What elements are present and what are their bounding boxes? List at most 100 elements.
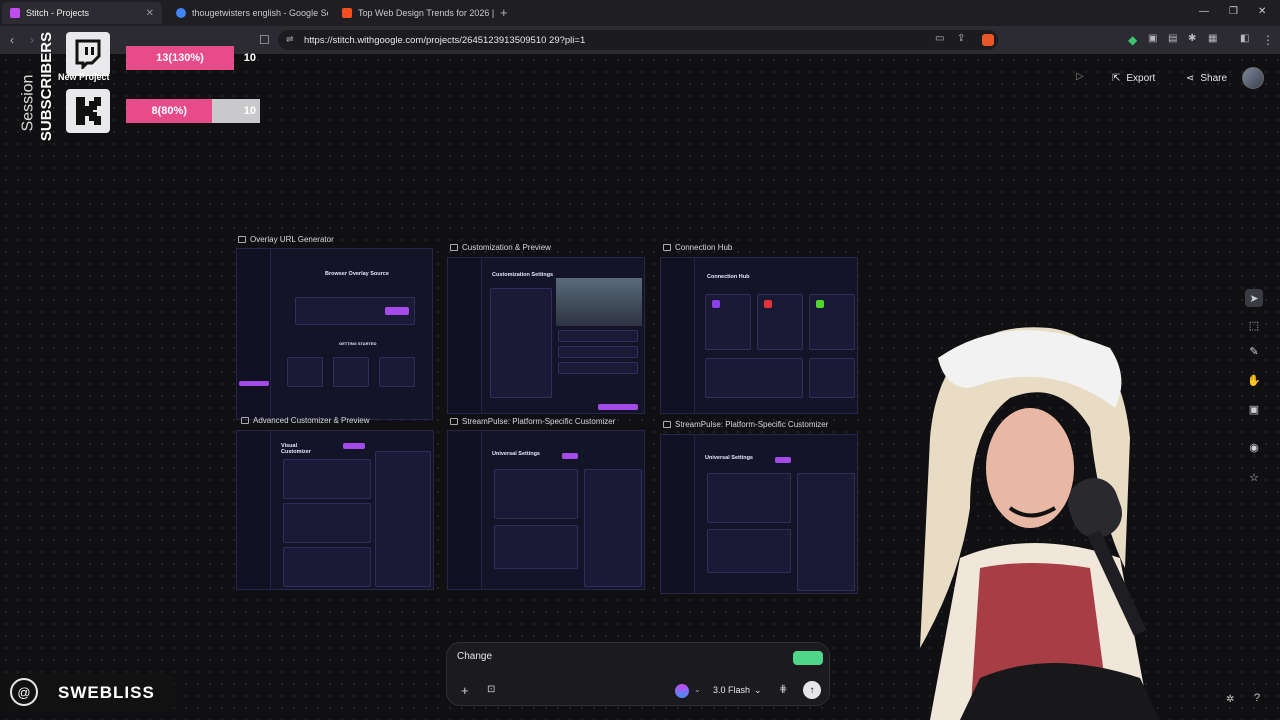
share-button[interactable]: ⋖ Share	[1186, 68, 1227, 88]
screen-card	[707, 473, 791, 523]
chat-preview-line	[558, 330, 638, 342]
screen-card	[490, 288, 552, 398]
screen-card	[494, 469, 578, 519]
twitch-icon	[66, 32, 110, 76]
screen-card	[379, 357, 415, 387]
star-icon[interactable]: ☆	[1245, 468, 1263, 486]
screen-title[interactable]: StreamPulse: Platform-Specific Customize…	[663, 420, 828, 429]
screen-icon	[241, 417, 249, 424]
screen-heading: Universal Settings	[705, 455, 753, 461]
prompt-input[interactable]: Change	[457, 651, 492, 662]
cast-icon[interactable]: ▭	[935, 33, 944, 44]
tab-stitch-projects[interactable]: Stitch - Projects ✕	[2, 2, 162, 24]
screen-overlay-url-generator[interactable]: Browser Overlay Source GETTING STARTED	[236, 248, 433, 420]
screen-platform-customizer-2[interactable]: Universal Settings	[660, 434, 858, 594]
share-icon: ⋖	[1186, 72, 1195, 84]
screen-sidebar	[237, 249, 271, 419]
close-tab-icon[interactable]: ✕	[146, 8, 154, 19]
kick-connection-card	[809, 294, 855, 350]
screen-title-text: StreamPulse: Platform-Specific Customize…	[462, 417, 616, 426]
grammarly-icon[interactable]	[793, 651, 823, 665]
webcam-feed	[860, 318, 1240, 720]
extensions-icon[interactable]: ✱	[1188, 33, 1196, 44]
model-selector[interactable]: 3.0 Flash ⌄	[713, 685, 762, 696]
screen-button	[562, 453, 578, 459]
screen-connection-hub[interactable]: Connection Hub	[660, 257, 858, 414]
close-window-icon[interactable]: ✕	[1258, 6, 1266, 17]
hand-icon[interactable]: ✋	[1245, 371, 1263, 389]
share-page-icon[interactable]: ⇪	[957, 33, 965, 44]
subscribers-label: SUBSCRIBERS	[38, 31, 56, 142]
screen-sidebar	[448, 258, 482, 413]
screen-icon	[238, 236, 246, 243]
back-icon[interactable]: ‹	[10, 33, 14, 47]
screen-advanced-customizer[interactable]: Visual Customizer	[236, 430, 434, 590]
kick-goal-progress: 8(80%)	[126, 99, 213, 123]
screen-card	[333, 357, 369, 387]
tab-google-search[interactable]: thougetwisters english - Google Sear	[168, 2, 328, 24]
screen-sidebar	[661, 258, 695, 413]
brave-shield-icon[interactable]	[982, 34, 994, 46]
play-preview-icon[interactable]: ▷	[1076, 71, 1084, 82]
screen-heading: Visual Customizer	[281, 443, 311, 455]
help-icon[interactable]: ?	[1254, 692, 1260, 704]
export-label: Export	[1126, 72, 1156, 84]
tab-figma-trends[interactable]: Top Web Design Trends for 2026 | Fig	[334, 2, 494, 24]
menu-icon[interactable]: ⋮	[1262, 33, 1274, 47]
screen-title[interactable]: StreamPulse: Platform-Specific Customize…	[450, 417, 615, 426]
screen-title[interactable]: Customization & Preview	[450, 243, 551, 252]
user-avatar[interactable]	[1242, 67, 1264, 89]
image-icon[interactable]: ▣	[1245, 400, 1263, 418]
session-label: Session	[19, 74, 37, 132]
restore-icon[interactable]: ❐	[1229, 6, 1238, 17]
export-button[interactable]: ⇱ Export	[1112, 68, 1155, 88]
screen-sidebar	[237, 431, 271, 589]
new-project-label[interactable]: New Project	[58, 72, 110, 82]
bookmark-icon[interactable]: ☐	[259, 33, 270, 47]
screen-card	[283, 547, 371, 587]
channel-badge: @ SWEBLISS	[4, 674, 174, 710]
pen-icon[interactable]: ✎	[1245, 342, 1263, 360]
screen-icon	[663, 244, 671, 251]
screen-icon	[450, 244, 458, 251]
screen-title-text: Advanced Customizer & Preview	[253, 416, 370, 425]
twitch-goal-target: 10	[243, 52, 256, 64]
screen-icon	[663, 421, 671, 428]
upload-image-icon[interactable]: ⊡	[487, 684, 495, 695]
url-input[interactable]: ⇌ https://stitch.withgoogle.com/projects…	[278, 30, 998, 50]
settings-sliders-icon[interactable]: ⋕	[779, 684, 787, 695]
sidebar-toggle-icon[interactable]: ◧	[1240, 33, 1249, 44]
extension-box-icon[interactable]: ▤	[1168, 33, 1177, 44]
screen-title[interactable]: Advanced Customizer & Preview	[241, 416, 370, 425]
channel-name: SWEBLISS	[58, 683, 155, 702]
screen-card	[283, 503, 371, 543]
new-tab-button[interactable]: +	[500, 5, 508, 20]
screen-platform-customizer[interactable]: Universal Settings	[447, 430, 645, 590]
kick-sub-goal-bar: 8(80%) 10	[126, 99, 260, 123]
model-mode-icon[interactable]	[675, 684, 689, 698]
twitch-connection-card	[705, 294, 751, 350]
send-button[interactable]: ↑	[803, 681, 821, 699]
twitch-sub-goal-bar: 13(130%) 10	[126, 46, 260, 70]
chevron-down-icon[interactable]: ⌄	[694, 685, 701, 694]
palette-icon[interactable]: ◉	[1245, 438, 1263, 456]
screen-customization-preview[interactable]: Customization Settings	[447, 257, 645, 414]
site-info-icon[interactable]: ⇌	[286, 34, 294, 45]
select-icon[interactable]: ⬚	[1245, 316, 1263, 334]
add-attachment-icon[interactable]: +	[461, 683, 469, 698]
extension-a-icon[interactable]: ▣	[1148, 33, 1157, 44]
screen-subheading: GETTING STARTED	[339, 341, 377, 346]
chat-preview-line	[558, 346, 638, 358]
screen-card	[707, 529, 791, 573]
screen-title[interactable]: Overlay URL Generator	[238, 235, 334, 244]
screen-title[interactable]: Connection Hub	[663, 243, 732, 252]
screen-card	[283, 459, 371, 499]
wallet-icon[interactable]: ▦	[1208, 33, 1217, 44]
settings-gear-icon[interactable]: ✲	[1226, 694, 1234, 705]
screen-side-button	[239, 381, 269, 386]
extension-green-icon[interactable]: ◆	[1128, 33, 1137, 47]
minimize-icon[interactable]: —	[1199, 6, 1209, 17]
cursor-icon[interactable]: ➤	[1245, 289, 1263, 307]
kick-goal-target: 10	[243, 105, 256, 117]
screen-button	[598, 404, 638, 410]
